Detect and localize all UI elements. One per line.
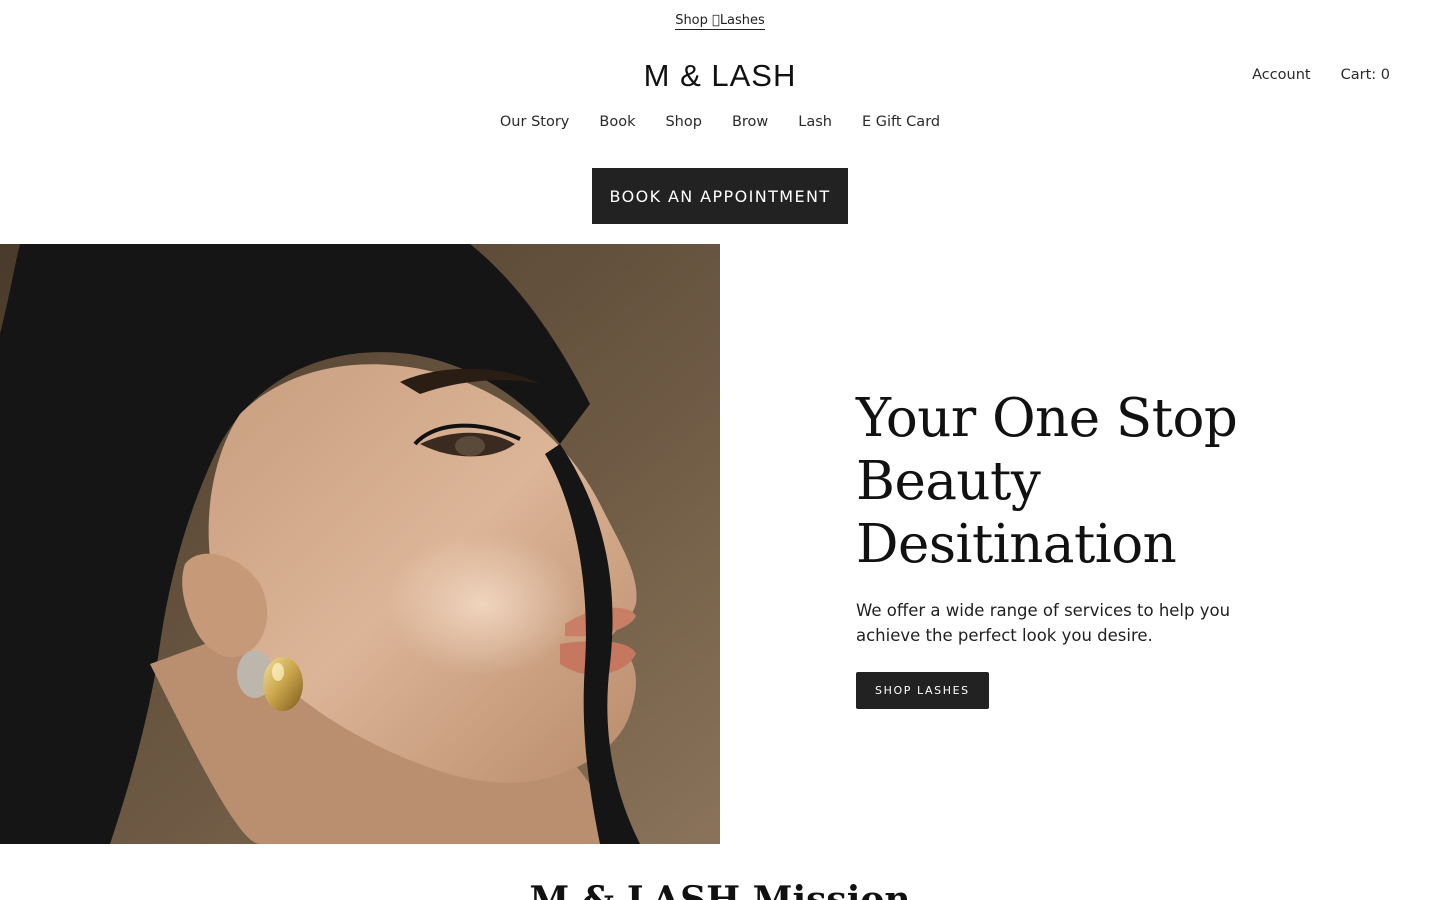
mission-heading: M & LASH Mission: [529, 879, 911, 900]
nav-item-lash[interactable]: Lash: [798, 114, 832, 130]
nav-item-shop[interactable]: Shop: [665, 114, 701, 130]
main-nav: Our Story Book Shop Brow Lash E Gift Car…: [0, 114, 1440, 130]
site-logo[interactable]: M & LASH: [0, 58, 1440, 94]
nav-item-brow[interactable]: Brow: [732, 114, 768, 130]
book-appointment-button[interactable]: BOOK AN APPOINTMENT: [592, 168, 848, 224]
shop-lashes-button[interactable]: SHOP LASHES: [856, 672, 989, 709]
hero-title: Your One Stop Beauty Desitination: [856, 388, 1238, 575]
announcement-bar: Shop  Lashes: [0, 12, 1440, 30]
cart-link[interactable]: Cart: 0: [1341, 67, 1390, 83]
hero-portrait-image: [0, 244, 720, 844]
announcement-link[interactable]: Shop  Lashes: [675, 13, 765, 30]
nav-item-book[interactable]: Book: [599, 114, 635, 130]
header-utility-links: Account Cart: 0: [1252, 67, 1390, 83]
hero-description: We offer a wide range of services to hel…: [856, 601, 1231, 645]
account-link[interactable]: Account: [1252, 67, 1311, 83]
nav-item-e-gift-card[interactable]: E Gift Card: [862, 114, 940, 130]
hero-section: Your One Stop Beauty Desitination We off…: [0, 244, 1440, 844]
nav-item-our-story[interactable]: Our Story: [500, 114, 569, 130]
hero-copy: Your One Stop Beauty Desitination We off…: [856, 387, 1316, 709]
